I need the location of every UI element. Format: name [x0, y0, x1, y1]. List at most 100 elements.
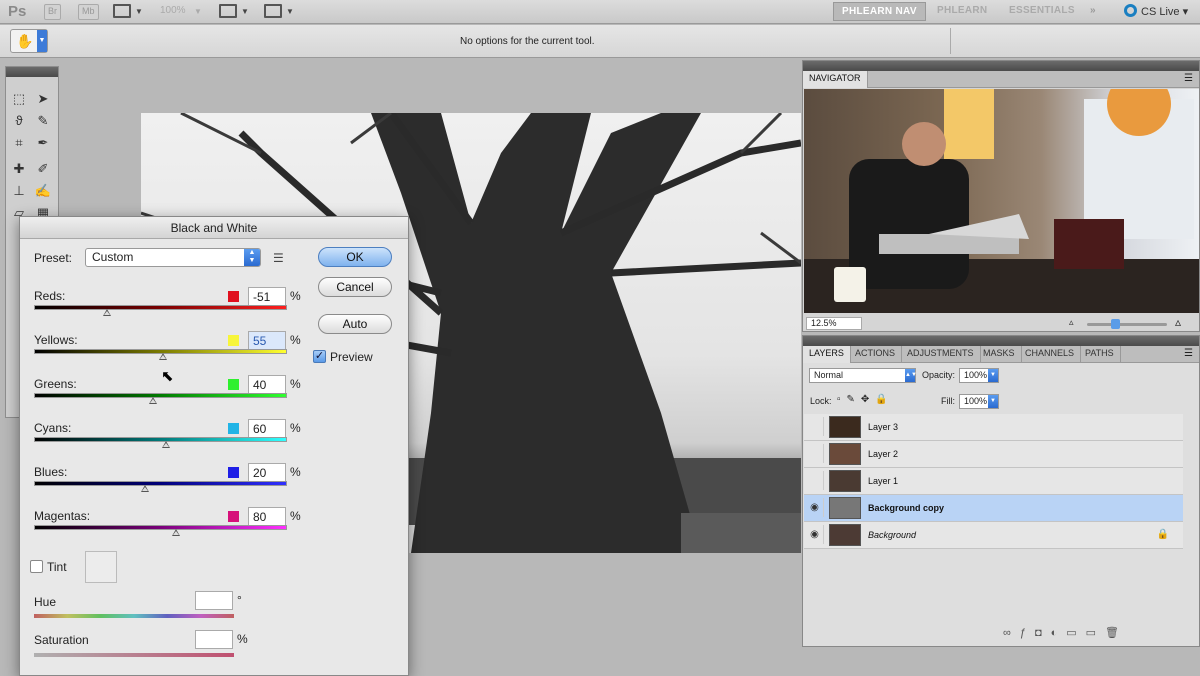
slider-value-field[interactable]: 55 [248, 331, 286, 350]
auto-button[interactable]: Auto [318, 314, 392, 334]
layer-name: Layer 3 [868, 422, 899, 432]
chevron-down-icon[interactable]: ▼ [286, 7, 294, 16]
slider-track[interactable] [34, 393, 287, 398]
tab-paths[interactable]: PATHS [1079, 346, 1121, 363]
hue-slider[interactable] [34, 614, 234, 618]
crop-tool-icon[interactable]: ⌗ [10, 135, 28, 151]
visibility-toggle[interactable] [806, 444, 824, 463]
saturation-slider[interactable] [34, 653, 234, 657]
layer-row[interactable]: ◉ Background 🔒 [804, 522, 1183, 549]
navigator-tabs: NAVIGATOR ☰ [803, 71, 1199, 88]
visibility-toggle[interactable] [806, 417, 824, 436]
screen-mode-icon[interactable] [264, 4, 282, 18]
options-bar: ✋ ▼ No options for the current tool. [0, 25, 1200, 58]
marquee-tool-icon[interactable]: ⬚ [10, 91, 28, 107]
blend-mode-select[interactable]: Normal ▲▼ [809, 368, 917, 383]
eyedropper-icon[interactable]: ✒ [34, 135, 52, 151]
chevron-down-icon[interactable]: ▼ [988, 369, 998, 382]
panel-menu-icon[interactable]: ☰ [1184, 348, 1193, 359]
layer-actions-toolbar[interactable]: ∞ƒ◘◐▭▭🗑 [1003, 626, 1128, 639]
move-tool-icon[interactable]: ➤ [34, 91, 52, 107]
slider-value-field[interactable]: 20 [248, 463, 286, 482]
chevron-down-icon[interactable]: ▼ [135, 7, 143, 16]
slider-label: Cyans: [34, 421, 72, 435]
eye-icon[interactable]: ◉ [806, 498, 824, 517]
slider-thumb[interactable] [171, 529, 180, 536]
preview-checkbox[interactable]: ✓ [313, 350, 326, 363]
slider-track[interactable] [34, 305, 287, 310]
visibility-toggle[interactable] [806, 471, 824, 490]
panel-header[interactable] [803, 336, 1199, 346]
tool-preset-picker[interactable]: ✋ ▼ [10, 29, 48, 53]
workspace-essentials[interactable]: ESSENTIALS [1001, 2, 1083, 21]
tab-adjustments[interactable]: ADJUSTMENTS [901, 346, 981, 363]
slider-thumb[interactable] [159, 353, 168, 360]
slider-track[interactable] [34, 481, 287, 486]
clone-stamp-icon[interactable]: ⊥ [10, 183, 28, 199]
layer-row[interactable]: ◉ Background copy [804, 495, 1183, 522]
workspace-phlearn-nav[interactable]: PHLEARN NAV [833, 2, 926, 21]
slider-value-field[interactable]: 80 [248, 507, 286, 526]
brush-tool-icon[interactable]: ✐ [34, 161, 52, 177]
saturation-field[interactable] [195, 630, 233, 649]
slider-value-field[interactable]: -51 [248, 287, 286, 306]
healing-brush-icon[interactable]: ✚ [10, 161, 28, 177]
slider-thumb[interactable] [103, 309, 112, 316]
navigator-zoom-field[interactable]: 12.5% [806, 317, 862, 330]
tint-checkbox[interactable] [30, 560, 43, 573]
opacity-field[interactable]: 100% ▼ [959, 368, 999, 383]
bridge-button[interactable]: Br [44, 4, 61, 20]
history-brush-icon[interactable]: ✍ [34, 183, 52, 199]
preset-select[interactable]: Custom ▲ ▼ [85, 248, 261, 267]
workspace-phlearn[interactable]: PHLEARN [929, 2, 995, 21]
slider-thumb[interactable] [141, 485, 150, 492]
layer-row[interactable]: Layer 1 [804, 468, 1183, 495]
navigator-preview[interactable] [804, 89, 1199, 313]
panel-header[interactable] [6, 67, 58, 77]
slider-value-field[interactable]: 40 [248, 375, 286, 394]
tab-actions[interactable]: ACTIONS [849, 346, 903, 363]
slider-thumb[interactable] [148, 397, 157, 404]
cancel-button[interactable]: Cancel [318, 277, 392, 297]
eye-icon[interactable]: ◉ [806, 525, 824, 544]
panel-header[interactable] [803, 61, 1199, 71]
tab-masks[interactable]: MASKS [977, 346, 1022, 363]
extras-icon[interactable] [113, 4, 131, 18]
tint-color-swatch[interactable] [85, 551, 117, 583]
zoom-level[interactable]: 100% [160, 5, 186, 16]
slider-thumb[interactable] [1111, 319, 1120, 329]
tab-navigator[interactable]: NAVIGATOR [803, 71, 868, 88]
ok-button[interactable]: OK [318, 247, 392, 267]
chevron-down-icon[interactable]: ▼ [988, 395, 998, 408]
chevron-down-icon[interactable]: ▼ [37, 30, 47, 52]
slider-row: Yellows: 55% [34, 331, 314, 377]
cs-live-button[interactable]: CS Live ▾ [1124, 4, 1188, 18]
tab-layers[interactable]: LAYERS [803, 346, 851, 363]
mini-bridge-button[interactable]: Mb [78, 4, 99, 20]
zoom-out-icon[interactable]: ▵ [1069, 317, 1074, 328]
layers-panel: LAYERS ACTIONS ADJUSTMENTS MASKS CHANNEL… [802, 335, 1200, 647]
quick-select-icon[interactable]: ✎ [34, 113, 52, 129]
arrange-documents-icon[interactable] [219, 4, 237, 18]
hue-field[interactable] [195, 591, 233, 610]
slider-thumb[interactable] [161, 441, 170, 448]
more-workspaces-icon[interactable]: » [1082, 2, 1104, 21]
chevron-down-icon[interactable]: ▼ [194, 7, 202, 16]
layer-row[interactable]: Layer 3 [804, 414, 1183, 441]
slider-track[interactable] [34, 525, 287, 530]
lasso-tool-icon[interactable]: ϑ [10, 113, 28, 129]
zoom-in-icon[interactable]: ▵ [1175, 315, 1181, 329]
panel-menu-icon[interactable]: ☰ [1184, 73, 1193, 84]
preview-label: Preview [330, 350, 373, 364]
navigator-zoom-slider[interactable] [1087, 319, 1167, 329]
lock-options-icons[interactable]: ▫✎✥🔒 [837, 394, 894, 405]
fill-field[interactable]: 100% ▼ [959, 394, 999, 409]
chevron-down-icon[interactable]: ▼ [241, 7, 249, 16]
slider-track[interactable] [34, 437, 287, 442]
preset-options-icon[interactable]: ☰ [273, 251, 284, 265]
slider-value-field[interactable]: 60 [248, 419, 286, 438]
dialog-title[interactable]: Black and White [20, 217, 408, 239]
tab-channels[interactable]: CHANNELS [1019, 346, 1082, 363]
layer-row[interactable]: Layer 2 [804, 441, 1183, 468]
saturation-label: Saturation [34, 633, 89, 647]
